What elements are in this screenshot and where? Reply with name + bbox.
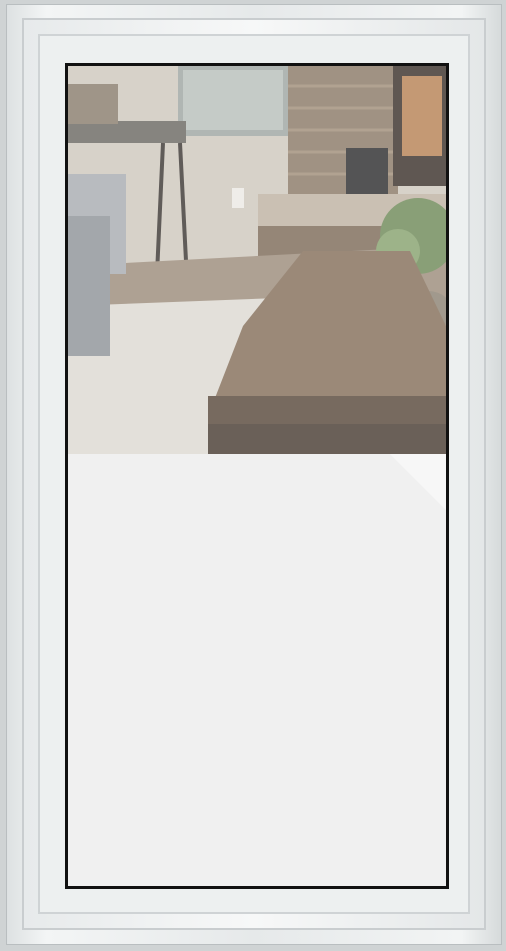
frosted-glass-panel [68,66,446,886]
window-glass [65,63,449,889]
frost-edge [390,454,446,510]
window-photo [0,0,506,951]
room-reflection [68,66,446,454]
